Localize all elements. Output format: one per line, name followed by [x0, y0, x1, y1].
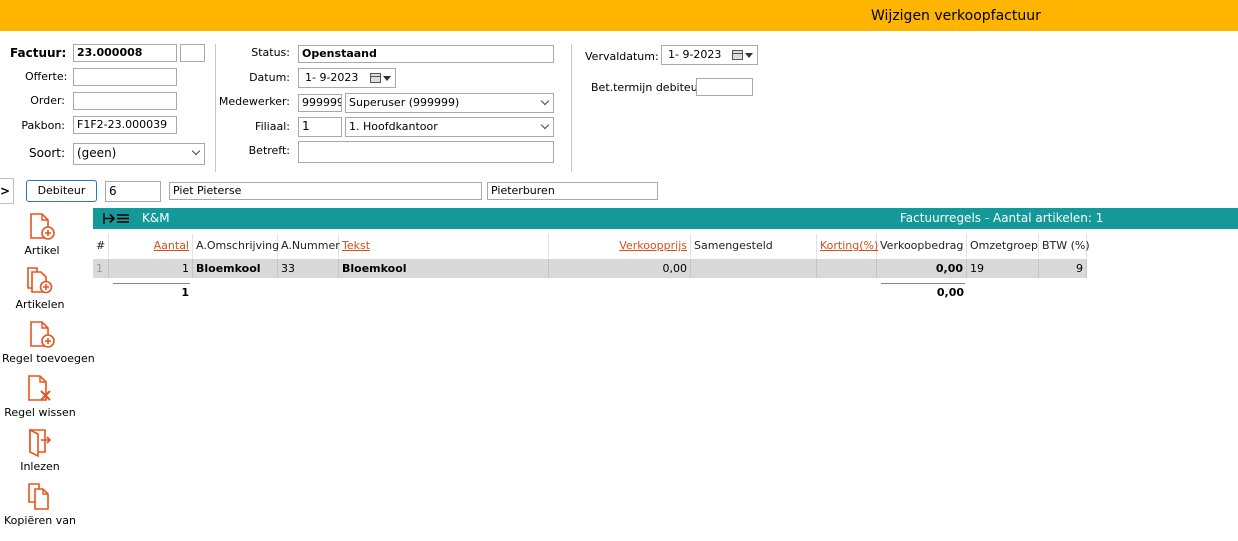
factuur-number-field[interactable]: 23.000008	[73, 44, 177, 62]
cell-tekst[interactable]: Bloemkool	[339, 259, 549, 278]
cell-verkoopbedrag[interactable]: 0,00	[877, 259, 967, 278]
cell-verkoopprijs[interactable]: 0,00	[549, 259, 691, 278]
sidebar-item-artikelen[interactable]: Artikelen	[0, 266, 80, 311]
total-line	[113, 283, 190, 284]
status-label: Status:	[251, 46, 290, 59]
copy-icon	[28, 483, 49, 510]
column-header-aantal[interactable]: Aantal	[109, 234, 193, 258]
column-header-index[interactable]: #	[93, 234, 109, 258]
column-header-omzetgroep[interactable]: Omzetgroep	[967, 234, 1039, 258]
cell-korting[interactable]	[817, 259, 877, 278]
filiaal-select[interactable]: 1. Hoofdkantoor	[345, 117, 554, 137]
debiteur-number-field[interactable]: 6	[105, 181, 161, 202]
column-header-omschrijving[interactable]: A.Omschrijving	[193, 234, 279, 258]
column-header-tekst[interactable]: Tekst	[339, 234, 549, 258]
medewerker-label: Medewerker:	[218, 95, 290, 108]
vervaldatum-date-picker[interactable]: 1- 9-2023	[661, 45, 758, 65]
debiteur-button[interactable]: Debiteur	[26, 180, 97, 202]
column-header-verkoopbedrag[interactable]: Verkoopbedrag	[877, 234, 967, 258]
offerte-label: Offerte:	[25, 70, 68, 83]
debiteur-city-field: Pieterburen	[487, 182, 658, 200]
cell-aantal[interactable]: 1	[109, 259, 193, 278]
column-header-btw[interactable]: BTW (%)	[1039, 234, 1090, 258]
dropdown-arrow-icon[interactable]	[745, 53, 753, 58]
sidebar-label: Artikelen	[15, 298, 65, 311]
dropdown-arrow-icon[interactable]	[383, 76, 391, 81]
column-header-korting[interactable]: Korting(%)	[817, 234, 878, 258]
toolbar-left-label: K&M	[142, 211, 170, 225]
sidebar-label: Regel toevoegen	[2, 352, 95, 365]
status-field: Openstaand	[298, 45, 554, 63]
divider	[215, 44, 216, 172]
factuur-suffix-field[interactable]	[180, 44, 205, 62]
window-title: Wijzigen verkoopfactuur	[871, 8, 1041, 24]
expand-panel-button[interactable]: >	[0, 178, 14, 204]
doc-add-icon	[30, 213, 55, 240]
sidebar-item-artikel[interactable]: Artikel	[2, 212, 82, 257]
medewerker-code-field[interactable]: 999999	[298, 94, 342, 112]
cell-nummer[interactable]: 33	[278, 259, 339, 278]
medewerker-name: Superuser (999999)	[349, 96, 460, 109]
factuur-label: Factuur:	[10, 46, 67, 60]
pakbon-field[interactable]: F1F2-23.000039	[73, 116, 177, 134]
sidebar-item-regel-toevoegen[interactable]: Regel toevoegen	[2, 320, 95, 365]
total-line	[881, 283, 965, 284]
vervaldatum-value: 1- 9-2023	[668, 48, 722, 61]
sidebar-label: Kopiëren van	[4, 514, 76, 527]
soort-label: Soort:	[29, 146, 65, 160]
sidebar-item-kopieren-van[interactable]: Kopiëren van	[0, 482, 80, 527]
column-header-samengesteld[interactable]: Samengesteld	[691, 234, 817, 258]
total-verkoopbedrag: 0,00	[936, 286, 964, 299]
calendar-icon[interactable]	[732, 50, 743, 60]
medewerker-select[interactable]: Superuser (999999)	[345, 93, 554, 113]
soort-select[interactable]: (geen)	[73, 143, 205, 165]
cell-samengesteld[interactable]	[691, 259, 817, 278]
sidebar-label: Artikel	[24, 244, 60, 257]
doc-delete-icon	[28, 375, 51, 401]
total-aantal: 1	[181, 286, 189, 299]
sidebar-item-inlezen[interactable]: Inlezen	[0, 428, 80, 473]
pakbon-label: Pakbon:	[21, 119, 65, 132]
filiaal-name: 1. Hoofdkantoor	[349, 120, 438, 133]
bettermijn-field[interactable]	[696, 78, 753, 96]
table-row[interactable]: 1 1 Bloemkool 33 Bloemkool 0,00 0,00 19 …	[93, 259, 1087, 278]
vervaldatum-label: Vervaldatum:	[585, 50, 659, 63]
title-bar: Wijzigen verkoopfactuur	[0, 0, 1238, 31]
order-field[interactable]	[73, 92, 177, 110]
lines-toolbar: K&M Factuurregels - Aantal artikelen: 1	[93, 208, 1238, 229]
calendar-icon[interactable]	[370, 73, 381, 83]
divider	[571, 44, 572, 172]
cell-omzetgroep[interactable]: 19	[967, 259, 1039, 278]
cell-index: 1	[93, 259, 109, 278]
cell-btw[interactable]: 9	[1039, 259, 1087, 278]
betreft-field[interactable]	[298, 141, 554, 163]
filiaal-code-field[interactable]: 1	[298, 117, 342, 137]
docs-add-icon	[27, 267, 53, 294]
chevron-down-icon	[540, 96, 550, 106]
sidebar-item-regel-wissen[interactable]: Regel wissen	[0, 374, 80, 419]
debiteur-name-field: Piet Pieterse	[169, 182, 482, 200]
cell-omschrijving[interactable]: Bloemkool	[193, 259, 278, 278]
order-label: Order:	[30, 94, 65, 107]
import-icon	[29, 428, 52, 458]
row-layout-icon[interactable]	[103, 211, 131, 226]
chevron-down-icon	[540, 120, 550, 130]
datum-label: Datum:	[249, 71, 290, 84]
toolbar-article-count: Factuurregels - Aantal artikelen: 1	[900, 211, 1104, 225]
filiaal-label: Filiaal:	[255, 120, 290, 133]
offerte-field[interactable]	[73, 68, 177, 86]
column-header-nummer[interactable]: A.Nummer	[278, 234, 340, 258]
sidebar-label: Inlezen	[20, 460, 60, 473]
soort-value: (geen)	[77, 146, 117, 160]
chevron-down-icon	[191, 146, 201, 156]
bettermijn-label: Bet.termijn debiteur	[591, 81, 703, 94]
datum-date-picker[interactable]: 1- 9-2023	[298, 68, 396, 88]
datum-value: 1- 9-2023	[305, 71, 359, 84]
betreft-label: Betreft:	[248, 144, 290, 157]
doc-add-icon	[30, 321, 55, 348]
sidebar-label: Regel wissen	[4, 406, 76, 419]
column-header-verkoopprijs[interactable]: Verkoopprijs	[549, 234, 691, 258]
